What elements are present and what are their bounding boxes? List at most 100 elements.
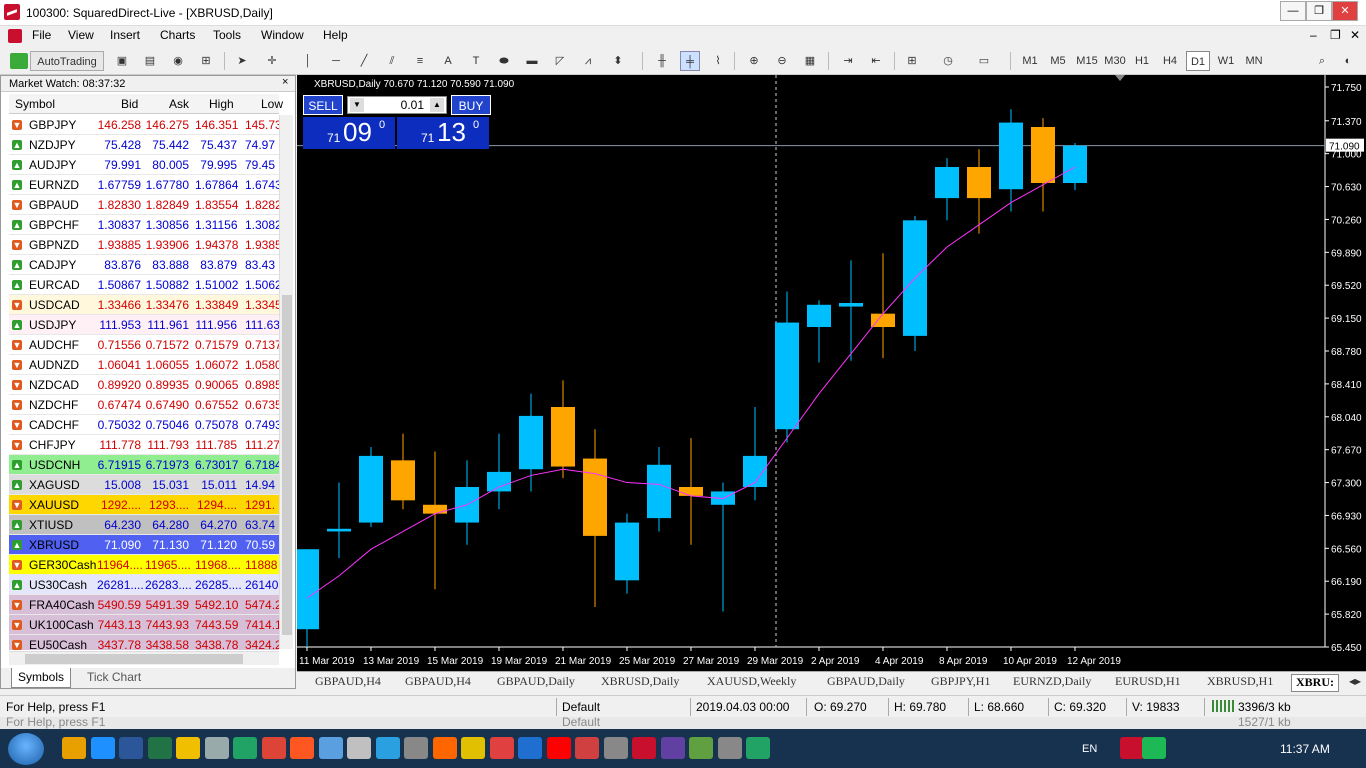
timeframe-m1[interactable]: M1 [1018,51,1042,71]
chart-tab[interactable]: GBPAUD,Daily [823,674,909,692]
crosshair-icon[interactable]: ✛ [262,51,282,71]
taskbar-app-icon[interactable] [318,737,343,759]
taskbar-app-icon[interactable] [632,737,656,759]
zoom-in-icon[interactable]: ⊕ [744,51,764,71]
menu-view[interactable]: View [68,28,94,42]
market-watch-row[interactable]: ▼ NZDCHF 0.67474 0.67490 0.67552 0.6735 [9,395,279,415]
market-watch-row[interactable]: ▼ AUDNZD 1.06041 1.06055 1.06072 1.0580 [9,355,279,375]
signals-icon[interactable]: ◉ [168,51,188,71]
language-indicator[interactable]: EN [1082,743,1097,755]
buy-price-box[interactable]: 71 13 0 [397,117,489,149]
market-watch-row[interactable]: ▼ GER30Cash 11964.... 11965.... 11968.... 118… [9,555,279,575]
zoom-out-icon[interactable]: ⊖ [772,51,792,71]
taskbar-app-icon[interactable] [347,737,371,759]
market-watch-row[interactable]: ▲ US30Cash 26281.... 26283.... 26285.... 2614… [9,575,279,595]
market-watch-row[interactable]: ▼ EU50Cash 3437.78 3438.58 3438.78 3424.2 [9,635,279,650]
search-icon[interactable]: ⌕ [1312,51,1332,71]
lot-decrease-button[interactable]: ▼ [350,98,364,112]
column-ask[interactable]: Ask [169,97,189,111]
taskbar-app-icon[interactable] [489,737,514,759]
tester-icon[interactable]: ⊞ [196,51,216,71]
periods-icon[interactable]: ◷ [938,51,958,71]
vertical-line-icon[interactable]: │ [298,51,318,71]
lot-size-input[interactable]: ▼ 0.01 ▲ [347,96,447,114]
arrows-icon[interactable]: ⬍ [608,51,628,71]
taskbar-app-icon[interactable] [575,737,599,759]
taskbar-app-icon[interactable] [432,737,457,759]
trendline-icon[interactable]: ╱ [354,51,374,71]
market-watch-row[interactable]: ▼ GBPJPY 146.258 146.275 146.351 145.73 [9,115,279,135]
lot-increase-button[interactable]: ▲ [430,98,444,112]
tab-symbols[interactable]: Symbols [11,668,72,688]
candlestick-icon[interactable]: ╪ [680,51,700,71]
tile-windows-icon[interactable]: ▦ [800,51,820,71]
chart-tab[interactable]: XBRU: [1291,674,1339,692]
fibonacci-icon[interactable]: ≡ [410,51,430,71]
taskbar-app-icon[interactable] [689,737,713,759]
menu-tools[interactable]: Tools [213,28,241,42]
taskbar-app-icon[interactable] [717,737,742,759]
taskbar-app-icon[interactable] [290,737,314,759]
minimize-button[interactable]: — [1280,1,1306,21]
menu-charts[interactable]: Charts [160,28,195,42]
status-profile[interactable]: Default [562,700,600,714]
taskbar-app-icon[interactable] [233,737,257,759]
taskbar-app-icon[interactable] [375,737,400,759]
cursor-icon[interactable]: ➤ [232,51,252,71]
taskbar-app-icon[interactable] [176,737,200,759]
chart-tab[interactable]: GBPAUD,H4 [311,674,385,692]
market-watch-row[interactable]: ▼ NZDCAD 0.89920 0.89935 0.90065 0.8985 [9,375,279,395]
taskbar-app-icon[interactable] [204,737,229,759]
taskbar-app-icon[interactable] [546,737,571,759]
market-watch-hscrollbar[interactable] [9,651,279,665]
market-watch-close-button[interactable]: × [282,76,288,88]
history-icon[interactable]: ▤ [140,51,160,71]
taskbar-app-icon[interactable] [404,737,428,759]
menu-insert[interactable]: Insert [110,28,140,42]
taskbar-app-icon[interactable] [1120,737,1144,759]
timeframe-m5[interactable]: M5 [1046,51,1070,71]
market-watch-row[interactable]: ▲ CADJPY 83.876 83.888 83.879 83.43 [9,255,279,275]
market-watch-row[interactable]: ▲ GBPCHF 1.30837 1.30856 1.31156 1.3082 [9,215,279,235]
market-watch-row[interactable]: ▲ EURCAD 1.50867 1.50882 1.51002 1.5062 [9,275,279,295]
templates-icon[interactable]: ▭ [974,51,994,71]
autoscroll-icon[interactable]: ⇥ [838,51,858,71]
taskbar-app-icon[interactable] [461,737,485,759]
hscroll-thumb[interactable] [25,654,243,664]
market-watch-row[interactable]: ▲ EURNZD 1.67759 1.67780 1.67864 1.6743 [9,175,279,195]
timeframe-m15[interactable]: M15 [1074,51,1100,71]
market-watch-row[interactable]: ▼ AUDCHF 0.71556 0.71572 0.71579 0.7137 [9,335,279,355]
timeframe-m30[interactable]: M30 [1102,51,1128,71]
text-icon[interactable]: A [438,51,458,71]
doc-restore-button[interactable]: ❐ [1330,28,1341,42]
chart-tab[interactable]: XBRUSD,Daily [597,674,683,692]
market-watch-row[interactable]: ▲ XTIUSD 64.230 64.280 64.270 63.74 [9,515,279,535]
channel-icon[interactable]: ⫽ [382,51,402,71]
taskbar-app-icon[interactable] [603,737,628,759]
market-watch-row[interactable]: ▼ GBPNZD 1.93885 1.93906 1.94378 1.9385 [9,235,279,255]
chart-tab[interactable]: EURUSD,H1 [1111,674,1185,692]
rectangle-icon[interactable]: ▬ [522,51,542,71]
taskbar-app-icon[interactable] [261,737,286,759]
chart-tab[interactable]: GBPAUD,H4 [401,674,475,692]
taskbar-app-icon[interactable] [119,737,143,759]
tab-tick-chart[interactable]: Tick Chart [81,668,147,688]
column-symbol[interactable]: Symbol [15,97,55,111]
start-button-icon[interactable] [8,733,44,765]
column-high[interactable]: High [209,97,234,111]
system-clock[interactable]: 11:37 AM [1280,742,1330,756]
lot-size-value[interactable]: 0.01 [368,98,424,112]
chart-area[interactable]: 71.750 71.370 71.000 70.630 70.260 69.890 69.5… [297,75,1366,671]
triangle-icon[interactable]: ◸ [550,51,570,71]
bar-chart-icon[interactable]: ╫ [652,51,672,71]
chart-tab[interactable]: XBRUSD,H1 [1203,674,1277,692]
doc-minimize-button[interactable]: – [1310,28,1317,42]
text-label-icon[interactable]: T [466,51,486,71]
taskbar-app-icon[interactable] [90,737,115,759]
zigzag-icon[interactable]: ⩘ [578,51,598,71]
timeframe-d1[interactable]: D1 [1186,51,1210,71]
timeframe-w1[interactable]: W1 [1214,51,1238,71]
menu-file[interactable]: File [32,28,51,42]
chart-tab[interactable]: EURNZD,Daily [1009,674,1095,692]
tab-scroll-arrows[interactable]: ◂▸ [1345,674,1365,692]
